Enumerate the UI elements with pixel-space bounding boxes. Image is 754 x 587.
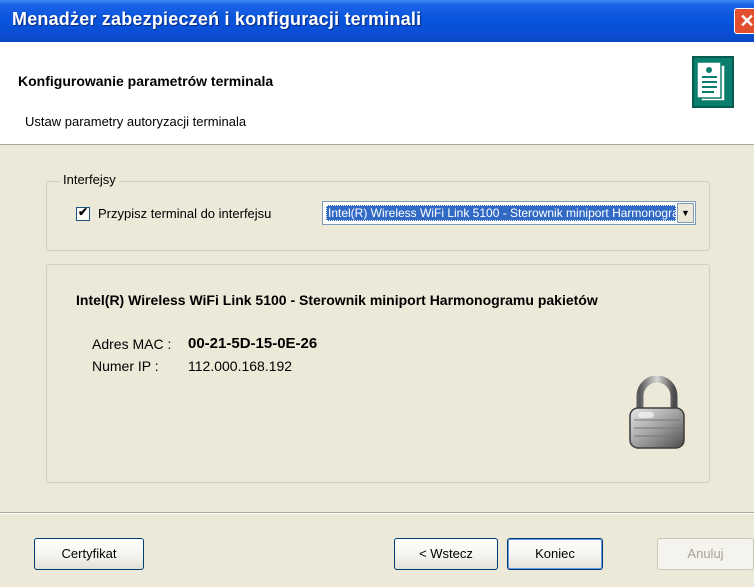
window-title: Menadżer zabezpieczeń i konfiguracji ter… [12, 9, 422, 29]
mac-label: Adres MAC : [92, 336, 172, 352]
dropdown-arrow-button[interactable]: ▼ [677, 203, 694, 223]
header-subtitle: Ustaw parametry autoryzacji terminala [25, 114, 247, 129]
ip-label: Numer IP : [92, 358, 159, 374]
header-title: Konfigurowanie parametrów terminala [18, 73, 274, 89]
wizard-header: Konfigurowanie parametrów terminala Usta… [0, 42, 754, 145]
assign-terminal-checkbox[interactable]: ✔ [76, 205, 90, 221]
chevron-down-icon: ▼ [681, 208, 690, 218]
finish-button[interactable]: Koniec [507, 538, 603, 570]
mac-value: 00-21-5D-15-0E-26 [188, 335, 318, 352]
back-button[interactable]: < Wstecz [394, 538, 498, 570]
footer-separator [0, 512, 754, 514]
cancel-button[interactable]: Anuluj [657, 538, 754, 570]
adapter-name: Intel(R) Wireless WiFi Link 5100 - Stero… [76, 292, 598, 308]
assign-terminal-label[interactable]: Przypisz terminal do interfejsu [98, 206, 271, 221]
document-stack-icon [692, 56, 734, 108]
interface-select-value: Intel(R) Wireless WiFi Link 5100 - Stero… [326, 205, 676, 221]
title-bar[interactable]: Menadżer zabezpieczeń i konfiguracji ter… [0, 0, 754, 42]
checkmark-icon: ✔ [77, 205, 89, 219]
padlock-icon [629, 376, 685, 449]
ip-value: 112.000.168.192 [188, 358, 293, 374]
close-button[interactable]: ✕ [734, 8, 754, 34]
interfaces-group-label: Interfejsy [60, 172, 119, 187]
close-icon: ✕ [739, 11, 754, 31]
interface-select[interactable]: Intel(R) Wireless WiFi Link 5100 - Stero… [322, 201, 696, 225]
certificate-button[interactable]: Certyfikat [34, 538, 144, 570]
dialog-window: Menadżer zabezpieczeń i konfiguracji ter… [0, 0, 754, 587]
